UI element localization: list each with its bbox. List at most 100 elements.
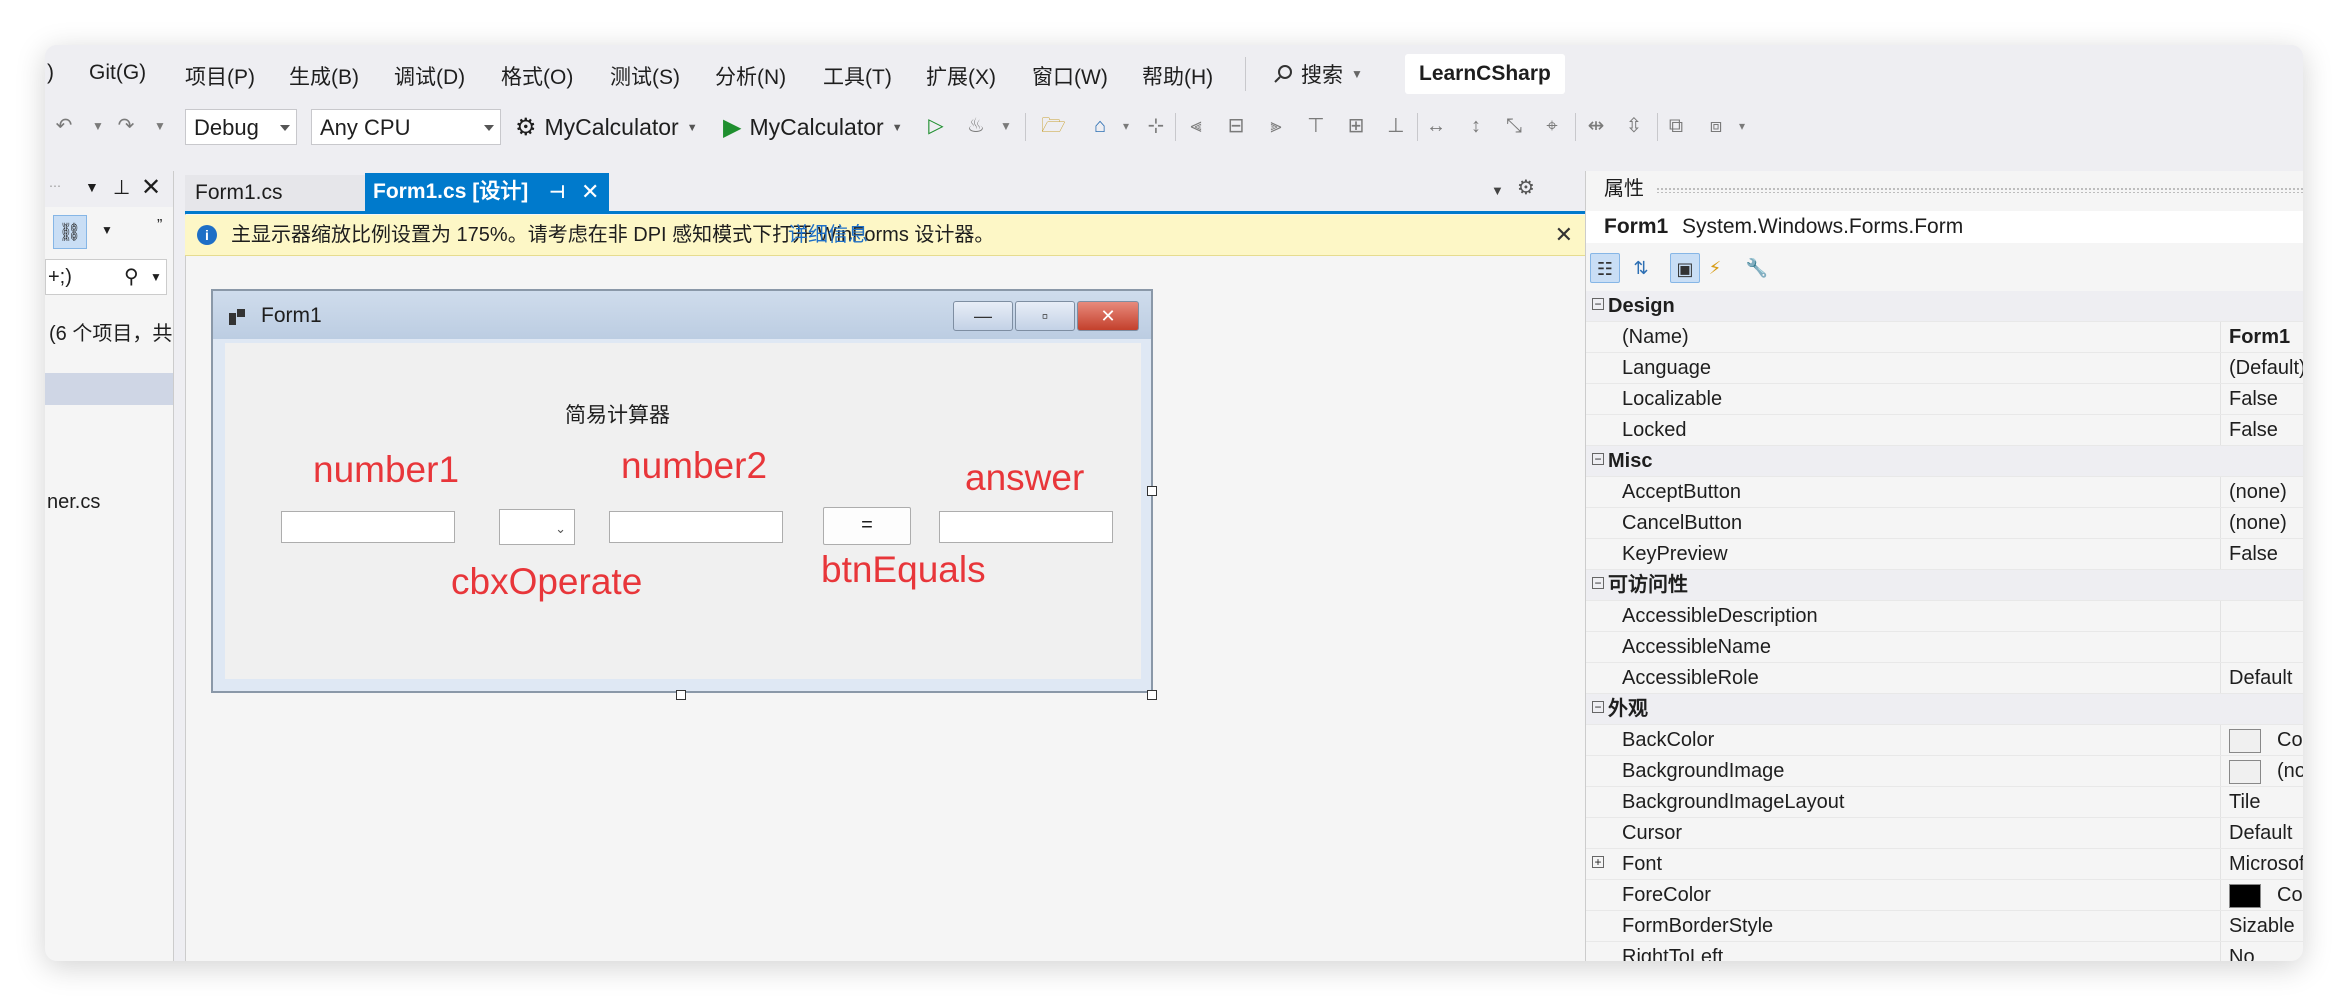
menu-item-file-fragment[interactable]: ) [47,61,54,85]
sync-with-document-icon[interactable]: ⛓ [53,215,87,249]
property-value-cell[interactable] [2220,632,2229,662]
operate-combobox[interactable]: ⌄ [499,509,575,545]
property-value-cell[interactable]: Form1 [2220,322,2290,352]
property-row[interactable]: Locked False [1586,415,2303,446]
resize-handle-corner[interactable] [1147,690,1157,700]
folder-search-icon[interactable]: 🗁 [1041,115,1066,137]
property-value-cell[interactable]: ControlT [2220,880,2303,910]
property-row[interactable]: + Font Microsoft Ya [1586,849,2303,880]
property-row[interactable]: AccessibleDescription [1586,601,2303,632]
events-icon[interactable]: ⚡ [1700,253,1730,283]
menu-item-format[interactable]: 格式(O) [501,61,573,91]
property-value-cell[interactable]: Microsoft Ya [2220,849,2303,879]
toolbar-overflow-icon[interactable]: ▾ [1115,115,1137,137]
menu-item-build[interactable]: 生成(B) [289,61,359,91]
property-row[interactable]: AccessibleRole Default [1586,663,2303,694]
pin-icon[interactable]: ⊣ [549,173,565,211]
collapse-icon[interactable]: − [1592,701,1604,713]
property-row[interactable]: BackColor Control [1586,725,2303,756]
property-row[interactable]: AcceptButton (none) [1586,477,2303,508]
menu-item-window[interactable]: 窗口(W) [1032,61,1108,91]
bring-to-front-icon[interactable]: ⧉ [1665,115,1687,137]
resize-handle-right[interactable] [1147,486,1157,496]
redo-icon[interactable]: ↷ [115,115,137,137]
tree-item-file[interactable]: ner.cs [47,491,100,514]
menu-item-debug[interactable]: 调试(D) [394,61,465,91]
maximize-icon[interactable]: ▫ [1015,301,1075,331]
property-row[interactable]: Cursor Default [1586,818,2303,849]
expand-icon[interactable]: + [1592,856,1604,868]
solution-name-badge[interactable]: LearnCSharp [1405,54,1565,94]
more-info-link[interactable]: 详细信息 [788,215,868,255]
property-row[interactable]: BackgroundImageLayout Tile [1586,787,2303,818]
align-middles-icon[interactable]: ⊞ [1345,115,1367,137]
menu-item-test[interactable]: 测试(S) [610,61,680,91]
close-icon[interactable]: ✕ [581,173,599,211]
close-icon[interactable]: ✕ [1555,215,1573,255]
startup-project-selector[interactable]: ⚙ MyCalculator ▼ [515,113,698,142]
hot-reload-icon[interactable]: ♨ [965,115,987,137]
property-row[interactable]: CancelButton (none) [1586,508,2303,539]
property-category[interactable]: − 可访问性 [1586,570,2303,601]
close-icon[interactable]: ✕ [1077,301,1139,331]
menu-item-analyze[interactable]: 分析(N) [715,61,786,91]
property-value-cell[interactable]: No [2220,942,2255,961]
tab-list-dropdown-icon[interactable]: ▼ [1491,183,1504,198]
property-value-cell[interactable]: False [2220,415,2278,445]
categorized-icon[interactable]: ☷ [1590,253,1620,283]
equals-button[interactable]: = [823,507,911,545]
collapse-icon[interactable]: − [1592,453,1604,465]
home-window-icon[interactable]: ⌂ [1089,115,1111,137]
property-row[interactable]: (Name) Form1 [1586,322,2303,353]
align-bottoms-icon[interactable]: ⊥ [1385,115,1407,137]
property-category[interactable]: − 外观 [1586,694,2303,725]
align-rights-icon[interactable]: ⫸ [1265,115,1287,137]
minimize-icon[interactable]: — [953,301,1013,331]
property-row[interactable]: Localizable False [1586,384,2303,415]
menu-item-tools[interactable]: 工具(T) [823,61,892,91]
align-to-grid-icon[interactable]: ⊹ [1145,115,1167,137]
overflow-icon[interactable]: ” [157,217,162,235]
start-debugging-button[interactable]: ▶ MyCalculator ▼ [723,113,903,142]
design-form[interactable]: Form1 — ▫ ✕ 简易计算器 number1 number2 answer… [211,289,1153,693]
property-row[interactable]: RightToLeft No [1586,942,2303,961]
search-box[interactable]: 搜索 ▼ [1273,55,1363,93]
menu-item-help[interactable]: 帮助(H) [1142,61,1213,91]
menu-item-project[interactable]: 项目(P) [185,61,255,91]
toolbar-overflow-icon[interactable]: ▾ [1731,115,1753,137]
platform-combo[interactable]: Any CPU [311,109,501,145]
selected-tree-row[interactable] [45,373,173,405]
redo-dropdown-icon[interactable]: ▼ [149,115,171,137]
menu-item-git[interactable]: Git(G) [89,61,146,85]
object-selector[interactable]: Form1 System.Windows.Forms.Form [1586,211,2303,243]
collapse-icon[interactable]: − [1592,298,1604,310]
horizontal-spacing-icon[interactable]: ⇹ [1585,115,1607,137]
property-row[interactable]: AccessibleName [1586,632,2303,663]
hot-reload-dropdown-icon[interactable]: ▼ [995,115,1017,137]
property-pages-icon[interactable]: 🔧 [1742,253,1772,283]
gear-icon[interactable]: ⚙ [1517,175,1535,200]
menu-item-extensions[interactable]: 扩展(X) [926,61,996,91]
align-centers-icon[interactable]: ⊟ [1225,115,1247,137]
properties-icon[interactable]: ▣ [1670,253,1700,283]
resize-handle-bottom[interactable] [676,690,686,700]
make-same-width-icon[interactable]: ↔ [1425,115,1447,137]
property-value-cell[interactable]: Control [2220,725,2303,755]
number2-textbox[interactable] [609,511,783,543]
send-to-back-icon[interactable]: ⧈ [1705,115,1727,137]
property-value-cell[interactable]: Tile [2220,787,2260,817]
collapse-icon[interactable]: − [1592,577,1604,589]
property-category[interactable]: − Design [1586,291,2303,322]
chevron-down-icon[interactable]: ▼ [85,179,99,195]
size-to-grid-icon[interactable]: ⌖ [1541,115,1563,137]
align-lefts-icon[interactable]: ⫷ [1185,115,1207,137]
chevron-down-icon[interactable]: ▼ [101,223,113,237]
property-value-cell[interactable]: False [2220,384,2278,414]
chevron-down-icon[interactable]: ▼ [150,260,162,294]
property-value-cell[interactable]: Sizable [2220,911,2295,941]
start-without-debugging-icon[interactable]: ▷ [925,115,947,137]
tab-form1-designer[interactable]: Form1.cs [设计] ⊣ ✕ [365,173,609,211]
property-row[interactable]: Language (Default) [1586,353,2303,384]
property-value-cell[interactable]: False [2220,539,2278,569]
tab-form1-cs[interactable]: Form1.cs [185,175,367,211]
